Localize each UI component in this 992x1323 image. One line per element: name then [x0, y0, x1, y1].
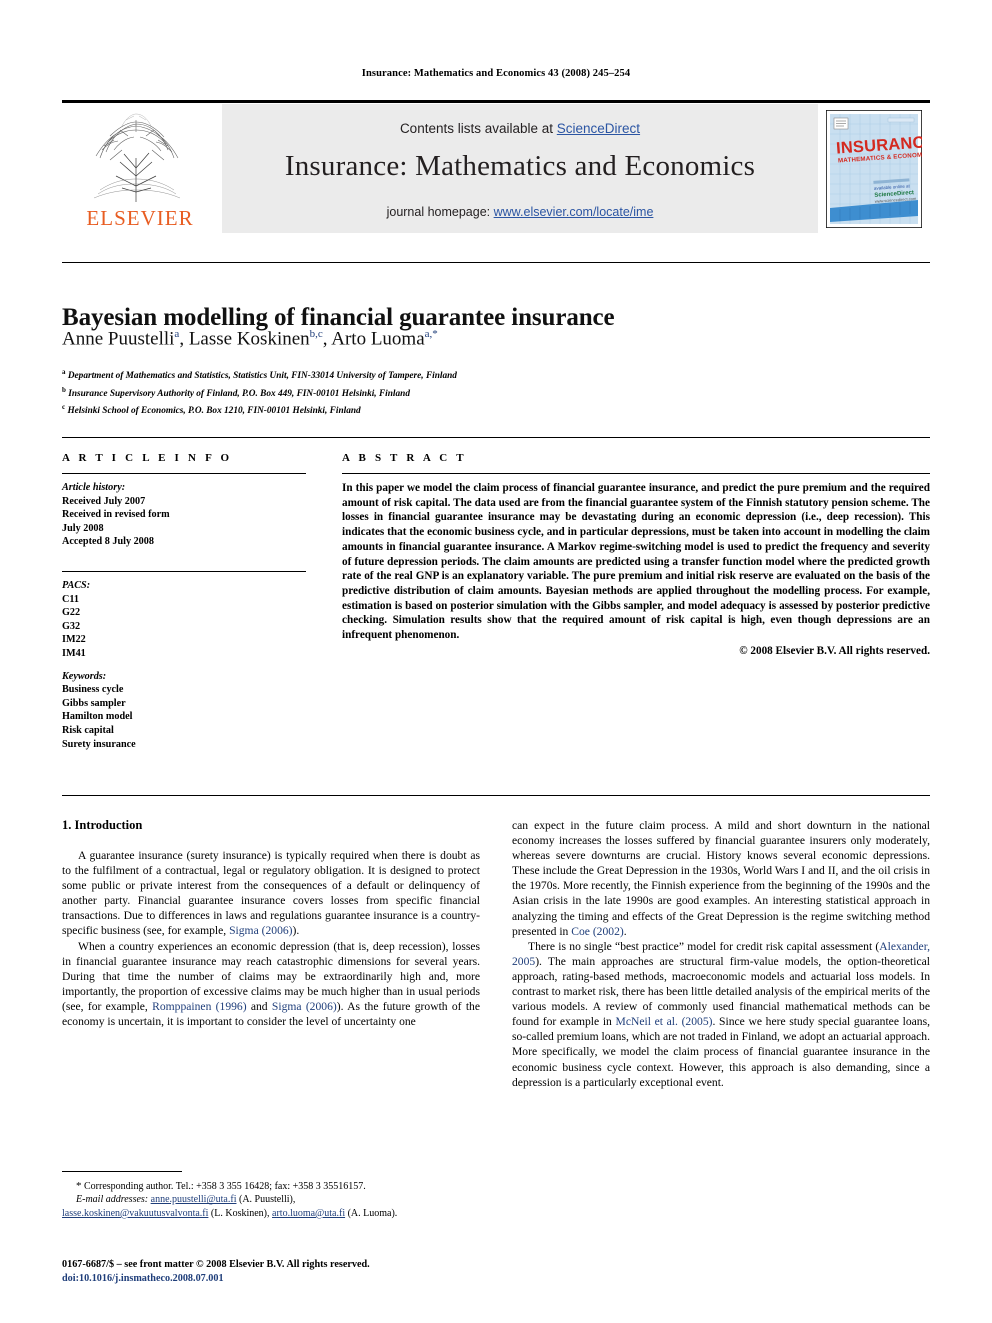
article-history-line: Accepted 8 July 2008	[62, 536, 154, 548]
article-history-line: Received July 2007	[62, 495, 146, 507]
banner-top-rule	[62, 100, 930, 103]
affiliation-marker: c	[62, 403, 66, 412]
email-link[interactable]: anne.puustelli@uta.fi	[151, 1194, 237, 1205]
article-history-label: Article history:	[62, 482, 126, 493]
keyword-item: Risk capital	[62, 724, 114, 736]
email-link[interactable]: arto.luoma@uta.fi	[272, 1208, 345, 1219]
inline-reference[interactable]: Sigma (2006)	[272, 1000, 337, 1013]
article-info-rule	[62, 473, 306, 474]
affiliation-marker: b	[62, 385, 66, 394]
keyword-item: Business cycle	[62, 684, 124, 696]
keyword-item: Surety insurance	[62, 738, 136, 750]
imprint-block: 0167-6687/$ – see front matter © 2008 El…	[62, 1258, 562, 1285]
contents-lists-prefix: Contents lists available at	[399, 121, 557, 136]
abstract-copyright: © 2008 Elsevier B.V. All rights reserved…	[739, 644, 930, 657]
email-note-line: lasse.koskinen@vakuutusvalvonta.fi (L. K…	[62, 1207, 480, 1220]
abstract-rule	[342, 473, 930, 474]
banner-center: Contents lists available at ScienceDirec…	[222, 104, 818, 233]
article-history-line: Received in revised form	[62, 509, 170, 521]
imprint-front-matter: 0167-6687/$ – see front matter © 2008 El…	[62, 1259, 370, 1270]
journal-cover-thumbnail: INSURANCE MATHEMATICS & ECONOMICS availa…	[818, 104, 930, 233]
affiliation-item: b Insurance Supervisory Authority of Fin…	[62, 384, 822, 402]
email-person: (L. Koskinen),	[210, 1207, 270, 1219]
keywords-group: Keywords: Business cycle Gibbs sampler H…	[62, 670, 306, 752]
pacs-code: C11	[62, 593, 79, 605]
corresponding-author-note: * Corresponding author. Tel.: +358 3 355…	[62, 1180, 480, 1193]
elsevier-tree-logo-icon	[76, 106, 196, 206]
article-history-line: July 2008	[62, 522, 104, 534]
running-head: Insurance: Mathematics and Economics 43 …	[361, 68, 631, 79]
body-column-right: can expect in the future claim process. …	[512, 818, 930, 1090]
affiliation-text: Insurance Supervisory Authority of Finla…	[68, 388, 410, 399]
journal-homepage-prefix: journal homepage:	[386, 205, 494, 219]
pacs-group: PACS: C11 G22 G32 IM22 IM41	[62, 579, 306, 661]
body-paragraph: When a country experiences an economic d…	[62, 939, 480, 1029]
doi-text: doi:10.1016/j.insmatheco.2008.07.001	[62, 1272, 224, 1284]
abstract-column: A B S T R A C T In this paper we model t…	[342, 452, 930, 657]
sciencedirect-link[interactable]: ScienceDirect	[557, 121, 640, 136]
pacs-label: PACS:	[62, 579, 91, 591]
abstract-text: In this paper we model the claim process…	[342, 482, 930, 642]
journal-banner: ELSEVIER Contents lists available at Sci…	[62, 100, 930, 233]
abstract-band-top-rule	[62, 437, 930, 438]
paper-page: Insurance: Mathematics and Economics 43 …	[0, 0, 992, 1323]
elsevier-wordmark: ELSEVIER	[86, 206, 194, 230]
affiliation-marker: a	[62, 368, 66, 376]
elsevier-logo: ELSEVIER	[62, 104, 222, 233]
article-history-group: Article history: Received July 2007 Rece…	[62, 481, 306, 549]
pacs-code: G32	[62, 620, 81, 632]
email-note-line: E-mail addresses: anne.puustelli@uta.fi …	[62, 1193, 480, 1206]
footnote-rule	[62, 1171, 182, 1172]
title-separator-rule	[62, 262, 930, 263]
body-column-left: A guarantee insurance (surety insurance)…	[62, 848, 480, 1029]
inline-reference[interactable]: McNeil et al. (2005)	[616, 1015, 713, 1028]
corresponding-author-marker: *	[76, 1180, 82, 1192]
abstract-heading: A B S T R A C T	[342, 452, 467, 464]
affiliation-item: a Department of Mathematics and Statisti…	[62, 366, 822, 384]
body-paragraph: can expect in the future claim process. …	[512, 819, 930, 938]
contents-lists-line: Contents lists available at ScienceDirec…	[222, 121, 818, 136]
email-link[interactable]: lasse.koskinen@vakuutusvalvonta.fi	[62, 1208, 208, 1219]
journal-homepage-link[interactable]: www.elsevier.com/locate/ime	[494, 205, 654, 219]
corresponding-author-text: Corresponding author. Tel.: +358 3 355 1…	[84, 1181, 366, 1192]
email-addresses-label: E-mail addresses:	[76, 1194, 149, 1206]
body-paragraph: There is no single “best practice” model…	[512, 939, 931, 1089]
keyword-item: Gibbs sampler	[62, 697, 126, 709]
email-person: (A. Luoma).	[347, 1207, 398, 1219]
article-info-heading: A R T I C L E I N F O	[62, 452, 233, 464]
pacs-code: IM41	[62, 647, 86, 659]
journal-homepage-line: journal homepage: www.elsevier.com/locat…	[222, 205, 818, 219]
affiliation-item: c Helsinki School of Economics, P.O. Box…	[62, 401, 822, 419]
body-paragraph: A guarantee insurance (surety insurance)…	[62, 849, 480, 938]
inline-reference[interactable]: Romppainen (1996)	[152, 1000, 246, 1013]
abstract-band-bottom-rule	[62, 795, 930, 796]
inline-reference[interactable]: Coe (2002)	[571, 925, 623, 938]
author-list: Anne Puustellia, Lasse Koskinenb,c, Arto…	[62, 328, 438, 350]
affiliation-list: a Department of Mathematics and Statisti…	[62, 366, 822, 419]
affiliation-text: Department of Mathematics and Statistics…	[67, 371, 457, 382]
journal-title: Insurance: Mathematics and Economics	[284, 150, 756, 182]
pacs-code: G22	[62, 607, 81, 619]
keywords-label: Keywords:	[62, 670, 107, 682]
email-person: (A. Puustelli),	[238, 1194, 296, 1206]
inline-reference[interactable]: Alexander, 2005	[512, 940, 930, 968]
pacs-rule	[62, 570, 306, 572]
section-heading-introduction: 1. Introduction	[62, 818, 143, 832]
affiliation-text: Helsinki School of Economics, P.O. Box 1…	[67, 406, 361, 417]
footnote-block: * Corresponding author. Tel.: +358 3 355…	[62, 1180, 480, 1220]
inline-reference[interactable]: Sigma (2006)	[229, 924, 292, 937]
keyword-item: Hamilton model	[62, 711, 133, 723]
pacs-code: IM22	[62, 634, 86, 646]
article-info-column: A R T I C L E I N F O Article history: R…	[62, 452, 306, 751]
